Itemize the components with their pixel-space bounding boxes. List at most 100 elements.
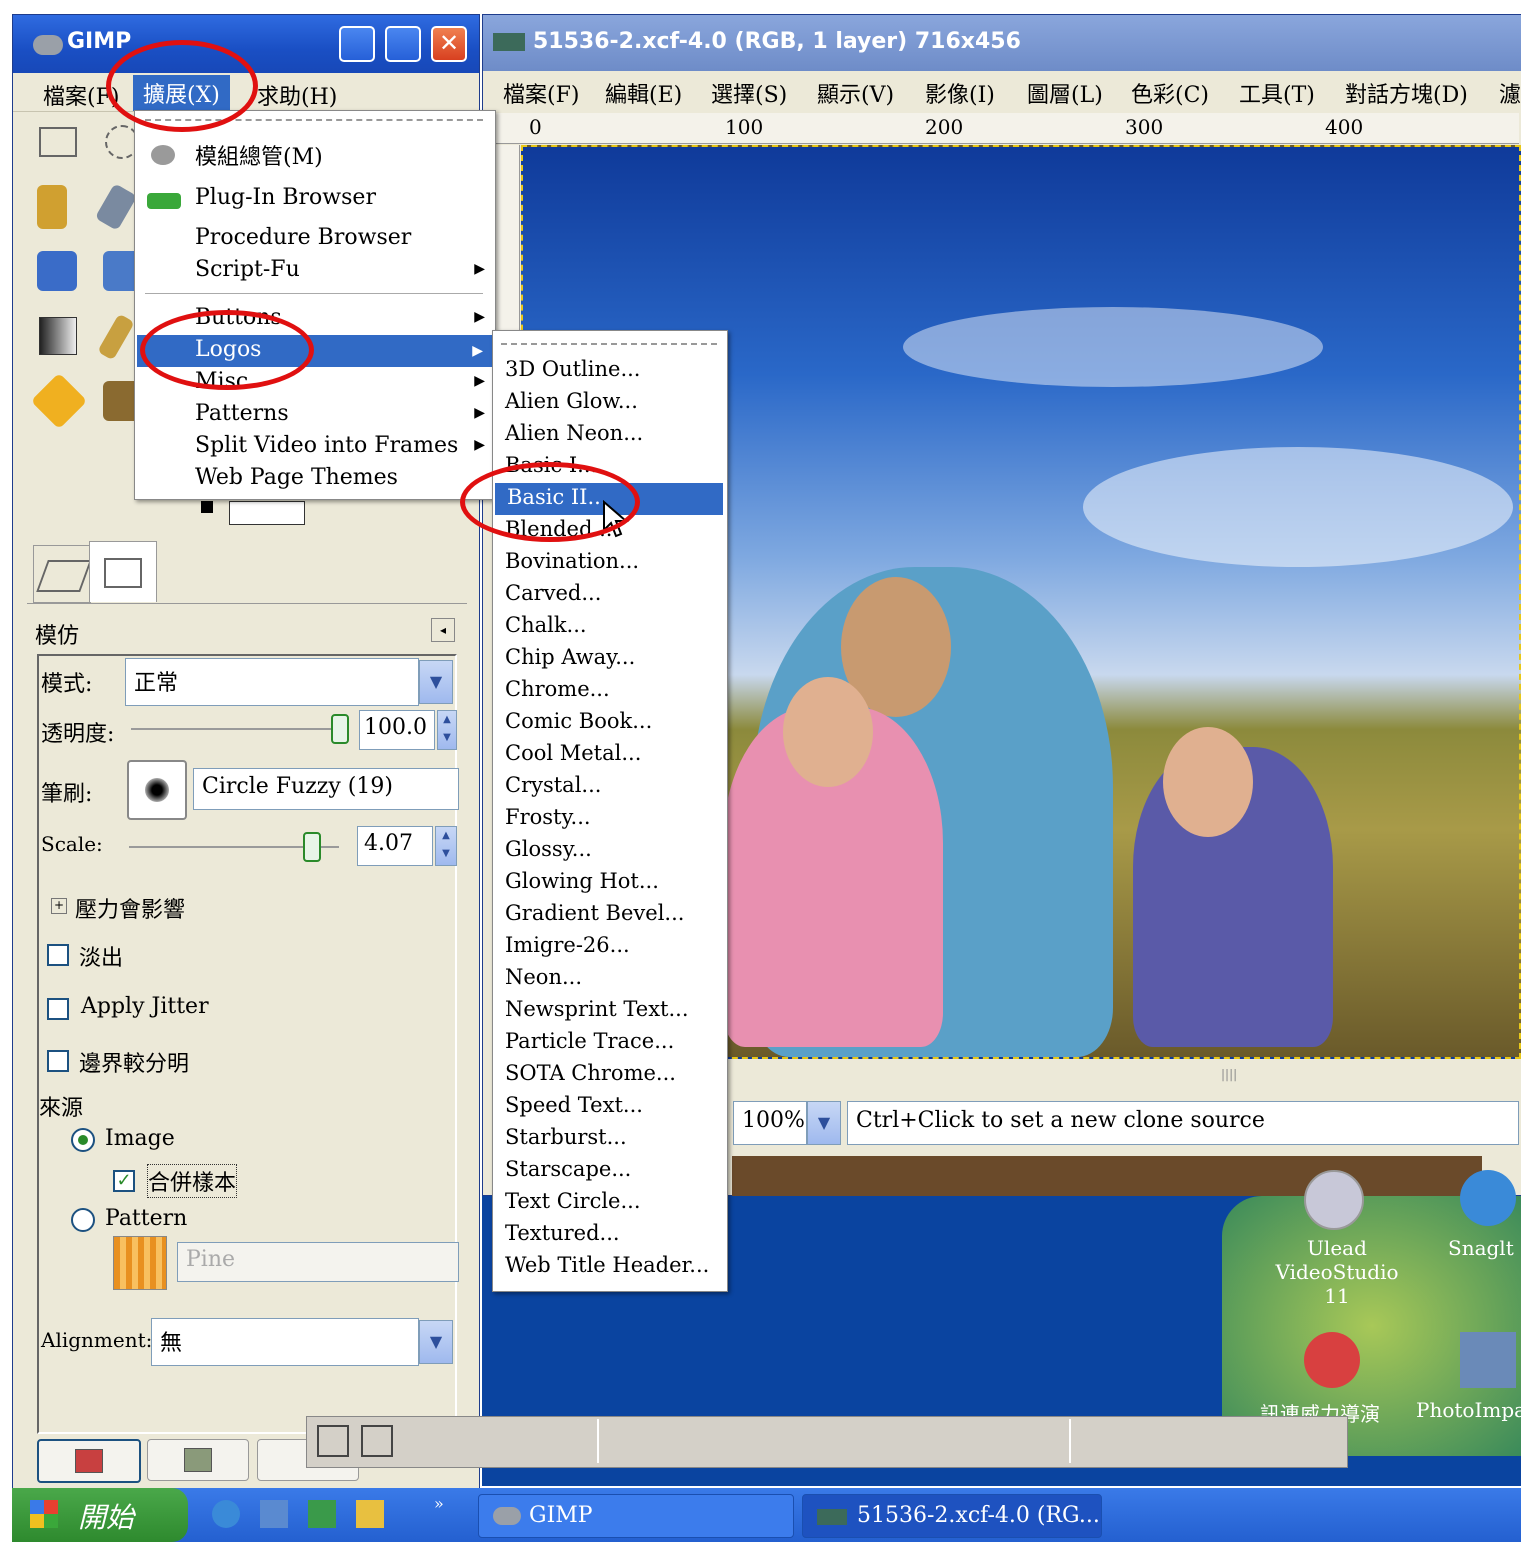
logos-item[interactable]: 3D Outline... [505, 357, 640, 381]
logos-item[interactable]: Textured... [505, 1221, 620, 1245]
logos-item[interactable]: Newsprint Text... [505, 997, 689, 1021]
logos-item[interactable]: SOTA Chrome... [505, 1061, 676, 1085]
mode-dropdown-icon[interactable]: ▼ [419, 660, 453, 704]
maximize-button[interactable] [385, 26, 421, 62]
image-menu-item[interactable]: 顯示(V) [817, 77, 894, 109]
folder-icon[interactable] [356, 1500, 384, 1528]
photoimpact-icon[interactable] [1460, 1332, 1516, 1388]
logos-item[interactable]: Particle Trace... [505, 1029, 674, 1053]
chevron-icon[interactable]: » [434, 1494, 444, 1513]
snagit-icon[interactable] [1460, 1170, 1516, 1226]
excel-icon[interactable] [308, 1500, 336, 1528]
restore-options-button[interactable] [147, 1439, 249, 1481]
logos-item[interactable]: Starburst... [505, 1125, 627, 1149]
foreground-color-swatch[interactable] [201, 501, 213, 513]
logos-item[interactable]: Carved... [505, 581, 601, 605]
image-menu-item[interactable]: 濾 [1499, 77, 1521, 109]
menu-help[interactable]: 求助(H) [257, 79, 337, 111]
rect-select-tool-icon[interactable] [39, 127, 77, 157]
expand-icon[interactable]: + [51, 898, 67, 914]
image-menu-item[interactable]: 選擇(S) [711, 77, 787, 109]
ie-icon[interactable] [212, 1500, 240, 1528]
logos-item[interactable]: Frosty... [505, 805, 591, 829]
sample-merged-checkbox[interactable]: ✓ [113, 1170, 135, 1192]
start-button[interactable]: 開始 [12, 1488, 188, 1542]
logos-item[interactable]: Starscape... [505, 1157, 631, 1181]
scale-input[interactable]: 4.07 [357, 826, 433, 866]
fade-checkbox[interactable] [47, 944, 69, 966]
panel-menu-icon[interactable]: ◂ [431, 618, 455, 642]
logos-item[interactable]: Speed Text... [505, 1093, 643, 1117]
logos-item[interactable]: Glowing Hot... [505, 869, 659, 893]
menu-item-patterns[interactable]: Patterns [195, 401, 289, 426]
hard-edge-checkbox[interactable] [47, 1050, 69, 1072]
resize-grip-icon[interactable]: |||| [1221, 1067, 1251, 1081]
pencil-tool-icon[interactable] [97, 313, 135, 361]
logos-item[interactable]: Chip Away... [505, 645, 635, 669]
color-picker-tool-icon[interactable] [94, 183, 138, 231]
dock-button[interactable] [317, 1425, 349, 1457]
tab-layers[interactable] [33, 545, 92, 603]
scale-slider-knob[interactable] [303, 832, 321, 862]
desktop-icon-label[interactable]: Snaglt [1448, 1236, 1514, 1260]
image-menu-item[interactable]: 工具(T) [1239, 77, 1315, 109]
opacity-slider[interactable] [131, 728, 341, 730]
menu-item-modules[interactable]: 模組總管(M) [195, 139, 323, 171]
image-menu-item[interactable]: 對話方塊(D) [1345, 77, 1468, 109]
paths-tool-icon[interactable] [37, 185, 67, 229]
logos-item[interactable]: Chalk... [505, 613, 587, 637]
brush-preview[interactable] [127, 760, 187, 820]
menu-item-web-themes[interactable]: Web Page Themes [195, 465, 398, 490]
opacity-spin-icon[interactable]: ▲ ▼ [437, 710, 457, 750]
alignment-dropdown-icon[interactable]: ▼ [419, 1320, 453, 1364]
logos-item[interactable]: Alien Neon... [505, 421, 643, 445]
menu-item-procedure-browser[interactable]: Procedure Browser [195, 225, 411, 250]
ulead-icon[interactable] [1304, 1170, 1364, 1230]
mode-select[interactable]: 正常 [125, 658, 419, 706]
scale-spin-icon[interactable]: ▲ ▼ [435, 826, 457, 866]
blend-tool-icon[interactable] [39, 317, 77, 355]
logos-item[interactable]: Imigre-26... [505, 933, 630, 957]
jitter-checkbox[interactable] [47, 998, 69, 1020]
close-button[interactable]: ✕ [431, 26, 467, 62]
menu-item-split-video[interactable]: Split Video into Frames [195, 433, 458, 458]
quicklaunch-icon[interactable] [260, 1500, 288, 1528]
taskbar-item-gimp[interactable]: GIMP [478, 1494, 794, 1538]
heal-tool-icon[interactable] [30, 372, 88, 430]
image-menu-item[interactable]: 影像(I) [925, 77, 995, 109]
pattern-preview[interactable] [113, 1236, 167, 1290]
minimize-button[interactable] [339, 26, 375, 62]
menu-item-script-fu[interactable]: Script-Fu [195, 257, 300, 282]
logos-item[interactable]: Crystal... [505, 773, 601, 797]
zoom-dropdown-icon[interactable]: ▼ [807, 1101, 841, 1145]
logos-item[interactable]: Bovination... [505, 549, 639, 573]
logos-item[interactable]: Comic Book... [505, 709, 652, 733]
image-menu-item[interactable]: 色彩(C) [1131, 77, 1209, 109]
image-titlebar[interactable]: 51536-2.xcf-4.0 (RGB, 1 layer) 716x456 [483, 15, 1521, 71]
desktop-icon-label[interactable]: PhotoImpa [1416, 1398, 1521, 1422]
logos-item[interactable]: Alien Glow... [505, 389, 638, 413]
logos-item[interactable]: Glossy... [505, 837, 592, 861]
save-options-button[interactable] [37, 1439, 141, 1483]
logos-item[interactable]: Cool Metal... [505, 741, 641, 765]
logos-item[interactable]: Neon... [505, 965, 582, 989]
opacity-input[interactable]: 100.0 [359, 710, 435, 750]
tab-tool-options[interactable] [89, 541, 157, 602]
alignment-select[interactable]: 無 [151, 1318, 419, 1366]
pressure-label[interactable]: 壓力會影響 [75, 892, 185, 924]
desktop-icon-label[interactable]: Ulead VideoStudio 11 [1262, 1236, 1412, 1308]
logos-item[interactable]: Web Title Header... [505, 1253, 709, 1277]
image-menu-item[interactable]: 圖層(L) [1027, 77, 1103, 109]
logos-item[interactable]: Gradient Bevel... [505, 901, 684, 925]
image-menu-item[interactable]: 編輯(E) [605, 77, 682, 109]
background-color-swatch[interactable] [229, 501, 305, 525]
image-menu-item[interactable]: 檔案(F) [503, 77, 579, 109]
zoom-field[interactable]: 100% [733, 1101, 807, 1145]
opacity-slider-knob[interactable] [331, 714, 349, 744]
logos-item[interactable]: Text Circle... [505, 1189, 641, 1213]
menu-item-plugin-browser[interactable]: Plug-In Browser [195, 185, 376, 210]
powerdirector-icon[interactable] [1304, 1332, 1360, 1388]
logos-item[interactable]: Chrome... [505, 677, 610, 701]
dock-button[interactable] [361, 1425, 393, 1457]
source-image-radio[interactable] [71, 1128, 95, 1152]
